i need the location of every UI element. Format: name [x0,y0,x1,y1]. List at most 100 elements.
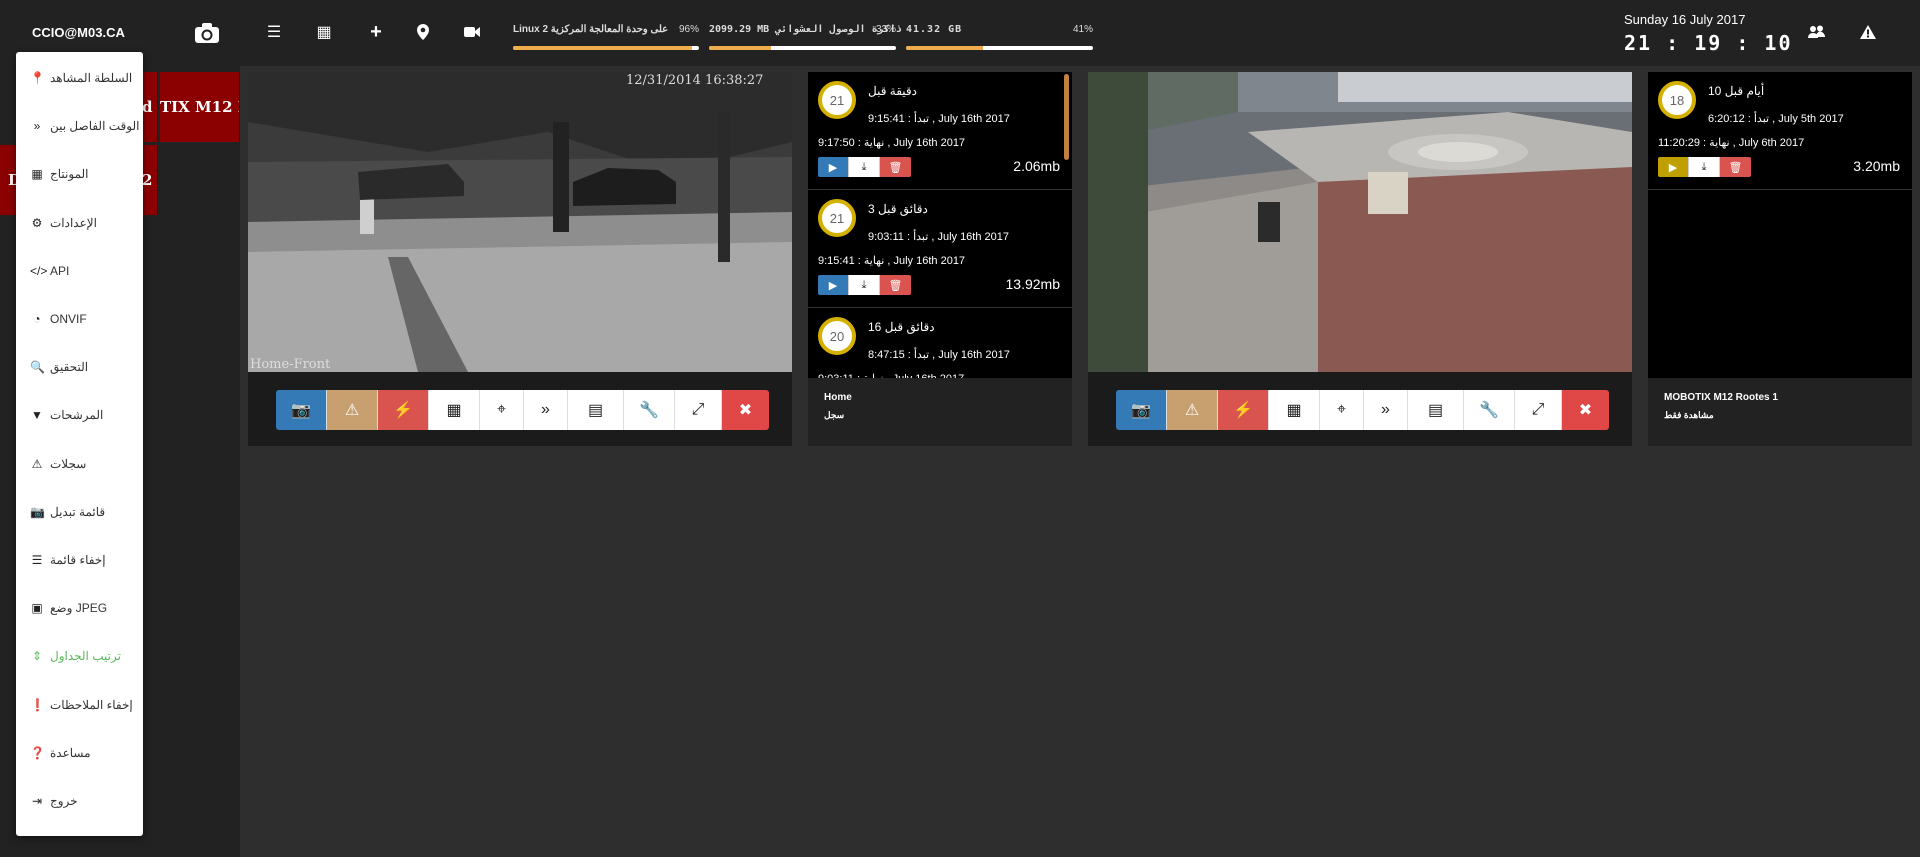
camera-icon: 📷 [30,504,45,519]
gears-icon: ⚙ [31,215,43,230]
close-monitor-button[interactable]: ✖ [1562,390,1609,430]
event-actions: ▶ ⤓ 🗑 [1658,157,1751,177]
warning-icon: ⚠ [1184,402,1200,419]
calendar-button[interactable]: ▦ [429,390,480,430]
download-icon: ⤓ [861,278,867,291]
timelapse-button[interactable]: » [524,390,568,430]
clock-time: 21 : 19 : 10 [1624,31,1793,55]
menu-item-label: إخفاء الملاحظات [50,697,133,712]
menu-item-label: قائمة تبديل [50,504,106,519]
users-icon[interactable] [1807,22,1827,42]
menu-item[interactable]: 📍 السلطة المشاهد [30,68,132,88]
bars-icon[interactable]: ☰ [264,22,284,42]
menu-item-label: إخفاء قائمة [50,553,106,567]
event-ring-badge: 21 [818,81,856,119]
camera-stream-mobotix[interactable] [1088,72,1632,372]
menu-item[interactable]: ❓ مساعدة [30,743,91,763]
menu-item-label: ترتيب الجداول [50,649,121,664]
event-item[interactable]: 20 دقائق قبل 16 8:47:15 : تبدأ , July 16th… [808,308,1072,378]
double-chevron-icon: » [33,119,41,134]
monitor-tile[interactable]: TIX M12 Ro [160,72,240,142]
close-icon: ✖ [738,402,753,419]
brand-label[interactable]: CCIO@M03.CA [32,25,125,40]
grid-icon[interactable]: ▦ [314,22,334,42]
timelapse-button[interactable]: » [1364,390,1408,430]
event-title: دقائق قبل 3 [868,202,928,216]
warning-icon[interactable] [1858,22,1878,42]
monitor-mode: سجل [824,410,845,420]
menu-item[interactable]: ❗ إخفاء الملاحظات [30,695,133,715]
sign-out-icon: ⇥ [31,794,43,808]
snapshot-button[interactable]: 📷 [1116,390,1167,430]
snapshot-button[interactable]: 📷 [276,390,327,430]
menu-item[interactable]: ◔ ONVIF [30,309,86,329]
fullscreen-button[interactable]: ⤢ [675,390,722,430]
monitor-tile-label: 2 [142,171,153,189]
reconnect-button[interactable]: ⚡ [378,390,429,430]
menu-item[interactable]: ☰ إخفاء قائمة [30,550,106,570]
events-list-mobotix[interactable]: 18 أيام قبل 10 6:20:12 : تبدأ , July 5th 2… [1648,72,1912,378]
delete-button[interactable]: 🗑 [880,275,911,295]
image-icon: ▣ [31,601,43,616]
map-marker-icon[interactable] [413,22,433,42]
event-start: 9:15:41 : تبدأ , July 16th 2017 [868,113,1010,125]
play-button[interactable]: ▶ [1658,157,1689,177]
menu-item-label: التحقيق [50,360,89,375]
stream-timestamp: 12/31/2014 16:38:27 [626,73,763,88]
event-item[interactable]: 21 دقائق قبل 3 9:03:11 : تبدأ , July 16th … [808,190,1072,308]
plus-icon[interactable]: + [366,21,386,43]
event-actions: ▶ ⤓ 🗑 [818,275,911,295]
play-button[interactable]: ▶ [818,275,849,295]
play-icon: ▶ [1668,161,1678,174]
menu-item[interactable]: ▣ وضع JPEG [30,598,107,618]
disk-meter: 41.32 GB 41% [906,24,1093,52]
plug-icon: ⚡ [393,402,413,419]
play-icon: ▶ [828,161,838,174]
settings-button[interactable]: 🔧 [1464,390,1515,430]
download-button[interactable]: ⤓ [1689,157,1720,177]
trigger-event-button[interactable]: ⚠ [1167,390,1218,430]
settings-button[interactable]: 🔧 [624,390,675,430]
menu-item[interactable]: ⚠ سجلات [30,454,87,474]
videos-button[interactable]: ▤ [568,390,624,430]
map-marker-icon: ⌖ [496,401,506,418]
events-scrollbar[interactable] [1064,74,1069,160]
location-button[interactable]: ⌖ [480,390,524,430]
fullscreen-button[interactable]: ⤢ [1515,390,1562,430]
play-button[interactable]: ▶ [818,157,849,177]
download-button[interactable]: ⤓ [849,157,880,177]
event-item[interactable]: 18 أيام قبل 10 6:20:12 : تبدأ , July 5th 2… [1648,72,1912,190]
events-panel-home: 21 دقيقة قبل 9:15:41 : تبدأ , July 16th 20… [808,72,1072,446]
event-item[interactable]: 21 دقيقة قبل 9:15:41 : تبدأ , July 16th 20… [808,72,1072,190]
menu-item[interactable]: 📷 قائمة تبديل [30,502,105,522]
camera-icon[interactable] [194,22,220,44]
menu-item[interactable]: ▦ المونتاج [30,164,88,184]
videos-button[interactable]: ▤ [1408,390,1464,430]
delete-button[interactable]: 🗑 [880,157,911,177]
double-chevron-icon: » [1381,401,1390,418]
delete-button[interactable]: 🗑 [1720,157,1751,177]
menu-item-label: الإعدادات [50,215,97,230]
trash-icon: 🗑 [1728,161,1743,174]
video-camera-icon[interactable] [462,22,482,42]
location-button[interactable]: ⌖ [1320,390,1364,430]
menu-item[interactable]: 🔍 التحقيق [30,357,88,377]
menu-item[interactable]: » الوقت الفاصل بين [30,116,140,136]
download-button[interactable]: ⤓ [849,275,880,295]
menu-item[interactable]: ▼ المرشحات [30,405,103,425]
event-title: دقائق قبل 16 [868,320,935,334]
menu-item[interactable]: ⚙ الإعدادات [30,213,97,233]
reconnect-button[interactable]: ⚡ [1218,390,1269,430]
calendar-button[interactable]: ▦ [1269,390,1320,430]
menu-item[interactable]: </> API [30,261,69,281]
trigger-event-button[interactable]: ⚠ [327,390,378,430]
close-monitor-button[interactable]: ✖ [722,390,769,430]
close-icon: ✖ [1578,402,1593,419]
camera-stream-home[interactable]: 12/31/2014 16:38:27 Home-Front [248,72,792,372]
menu-item[interactable]: ⇥ خروج [30,791,78,811]
menu-item[interactable]: ⇕ ترتيب الجداول [30,646,121,666]
event-title: دقيقة قبل [868,84,917,98]
monitor-info-home: Home سجل [808,378,1072,446]
grid-icon: ▦ [31,167,43,182]
events-list-home[interactable]: 21 دقيقة قبل 9:15:41 : تبدأ , July 16th 20… [808,72,1072,378]
